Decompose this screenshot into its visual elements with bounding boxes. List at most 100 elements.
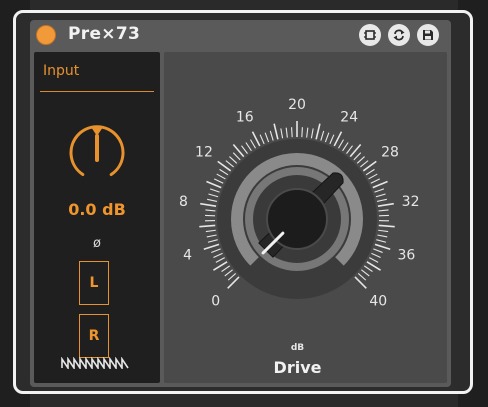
- drive-scale-label: 32: [402, 194, 420, 210]
- drive-scale-tick: [376, 198, 387, 202]
- drive-scale-tick: [376, 239, 387, 243]
- drive-scale-tick: [211, 248, 221, 254]
- save-icon: [423, 30, 433, 40]
- drive-scale-tick: [219, 168, 229, 176]
- drive-scale-tick: [371, 252, 381, 259]
- drive-scale-tick: [356, 156, 365, 164]
- drive-scale-label: 28: [381, 144, 399, 160]
- drive-scale-label: 4: [183, 248, 192, 264]
- drive-scale-tick: [363, 265, 373, 273]
- drive-scale-tick: [241, 145, 248, 154]
- input-gain-knob[interactable]: [34, 124, 160, 194]
- device-title-bar: Pre×73: [30, 20, 451, 50]
- drive-label: Drive: [273, 358, 322, 377]
- drive-scale-tick: [225, 160, 234, 168]
- drive-scale-tick: [224, 269, 233, 277]
- drive-scale-tick: [353, 152, 362, 161]
- drive-scale-tick: [374, 243, 391, 251]
- device-pre73: Pre×73 Input 0.0 dB ø L R 0 4 8 12 16 20…: [30, 20, 451, 387]
- drive-scale-label: 8: [179, 194, 188, 210]
- drive-scale-tick: [273, 123, 279, 140]
- device-power-toggle[interactable]: [36, 25, 56, 45]
- drive-scale-tick: [361, 269, 370, 277]
- cpu-button[interactable]: [359, 24, 381, 46]
- drive-scale-tick: [301, 127, 303, 138]
- drive-scale-tick: [357, 273, 367, 281]
- drive-scale-tick: [365, 168, 375, 176]
- drive-section: 0 4 8 12 16 20 24 28 32 36 40 dB Drive: [164, 52, 447, 383]
- drive-scale-tick: [251, 131, 261, 147]
- input-section-divider: [40, 91, 154, 92]
- drive-scale-tick: [375, 193, 386, 198]
- drive-scale-tick: [310, 128, 314, 139]
- drive-scale-tick: [203, 243, 220, 251]
- drive-scale-tick: [377, 234, 388, 238]
- drive-scale-tick: [374, 188, 385, 193]
- drive-scale-tick: [229, 156, 238, 164]
- drive-scale-tick: [378, 209, 389, 212]
- drive-scale-tick: [378, 224, 395, 228]
- drive-scale-tick: [199, 224, 216, 228]
- drive-scale-tick: [213, 252, 223, 259]
- drive-scale-tick: [337, 139, 344, 149]
- phase-invert-toggle[interactable]: ø: [34, 236, 160, 251]
- drive-scale-label: 0: [211, 293, 220, 309]
- drive-scale-label: 12: [195, 144, 213, 160]
- right-channel-button[interactable]: R: [79, 314, 109, 358]
- drive-scale-tick: [291, 127, 293, 138]
- drive-scale-label: 40: [369, 293, 387, 309]
- input-gain-value: 0.0 dB: [68, 200, 126, 219]
- input-section-label: Input: [43, 63, 80, 79]
- drive-scale-tick: [207, 239, 218, 243]
- drive-scale-tick: [306, 127, 309, 138]
- drive-scale-tick: [280, 128, 284, 139]
- drive-scale-tick: [245, 142, 252, 152]
- drive-dial: 0 4 8 12 16 20 24 28 32 36 40: [179, 97, 420, 309]
- drive-scale-tick: [209, 188, 220, 193]
- drive-scale-tick: [369, 257, 379, 263]
- drive-scale-tick: [342, 142, 349, 152]
- drive-scale-label: 20: [288, 97, 306, 113]
- input-section: Input 0.0 dB ø L R: [34, 52, 160, 383]
- device-title: Pre×73: [68, 24, 141, 44]
- drive-scale-label: 24: [340, 110, 358, 126]
- hot-swap-icon: [393, 29, 405, 41]
- drive-scale-tick: [200, 202, 217, 207]
- drive-scale-tick: [285, 127, 288, 138]
- drive-scale-tick: [215, 257, 225, 263]
- drive-scale-tick: [370, 178, 381, 184]
- left-channel-button[interactable]: L: [79, 261, 109, 305]
- drive-scale-tick: [264, 132, 270, 143]
- drive-scale-tick: [320, 130, 325, 141]
- drive-scale-tick: [324, 132, 330, 143]
- drive-scale-tick: [250, 139, 257, 149]
- drive-scale-tick: [259, 134, 265, 145]
- hot-swap-button[interactable]: [388, 24, 410, 46]
- drive-scale-tick: [373, 248, 383, 254]
- save-preset-button[interactable]: [417, 24, 439, 46]
- drive-scale-tick: [315, 123, 321, 140]
- drive-scale-tick: [378, 229, 389, 233]
- drive-scale-tick: [206, 234, 217, 238]
- drive-scale-tick: [372, 180, 388, 189]
- cpu-icon: [364, 30, 376, 40]
- drive-scale-tick: [213, 178, 224, 184]
- drive-scale-tick: [221, 265, 231, 273]
- drive-scale-tick: [329, 134, 335, 145]
- drive-scale-tick: [205, 209, 216, 212]
- drive-scale-tick: [208, 193, 219, 198]
- drive-scale-tick: [205, 229, 216, 233]
- waveform-icon: [61, 357, 129, 369]
- drive-scale-tick: [216, 173, 226, 180]
- drive-scale-tick: [227, 273, 237, 281]
- drive-scale-tick: [360, 160, 369, 168]
- drive-unit-label: dB: [290, 343, 305, 353]
- drive-scale-tick: [346, 145, 353, 154]
- drive-scale-tick: [232, 152, 241, 161]
- drive-scale-label: 16: [236, 110, 254, 126]
- drive-scale-tick: [206, 180, 222, 189]
- drive-scale-tick: [269, 130, 274, 141]
- drive-scale-tick: [207, 198, 218, 202]
- drive-scale-tick: [368, 173, 378, 180]
- drive-scale-label: 36: [397, 248, 415, 264]
